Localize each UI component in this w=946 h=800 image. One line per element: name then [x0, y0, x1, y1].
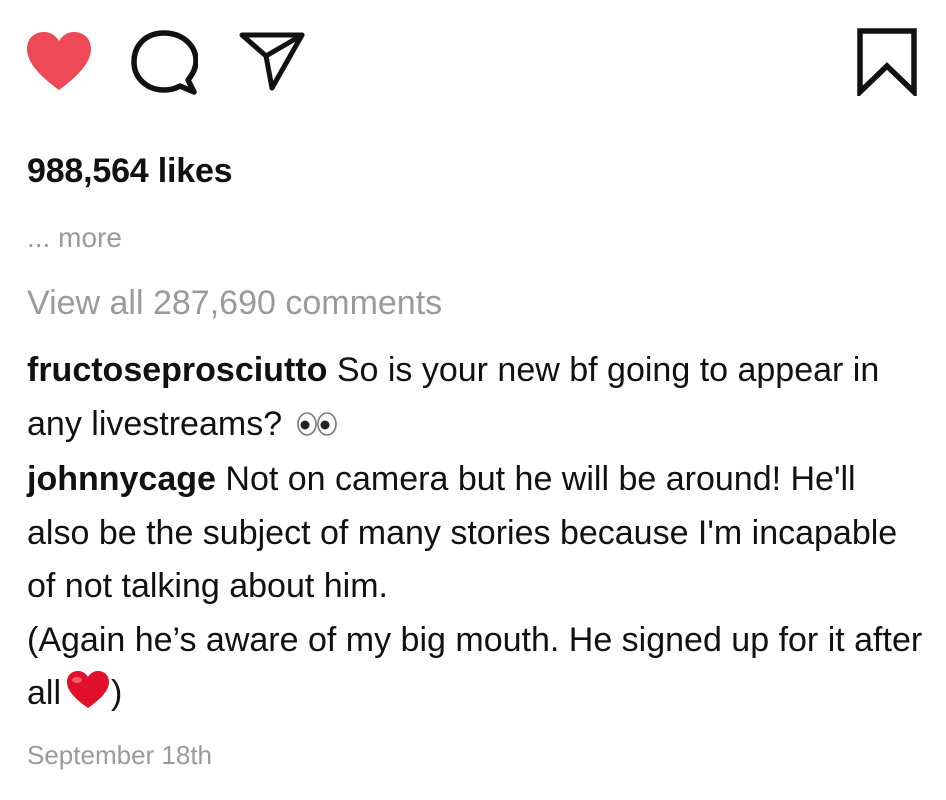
- comment-username[interactable]: johnnycage: [27, 460, 216, 498]
- post-timestamp: September 18th: [27, 740, 213, 770]
- post-action-bar: [0, 0, 946, 120]
- comment-item: fructoseprosciutto So is your new bf goi…: [27, 344, 927, 453]
- comment-username[interactable]: fructoseprosciutto: [27, 351, 327, 389]
- view-all-comments-link[interactable]: View all 287,690 comments: [27, 284, 442, 323]
- comment-icon[interactable]: [130, 30, 198, 96]
- share-paper-plane-icon[interactable]: [238, 30, 306, 92]
- comment-text-continued: (Again he’s aware of my big mouth. He si…: [27, 620, 923, 713]
- like-heart-icon[interactable]: [24, 30, 94, 92]
- comment-text-end: ): [111, 674, 123, 712]
- save-bookmark-icon[interactable]: [856, 28, 918, 96]
- comment-item: johnnycage Not on camera but he will be …: [27, 453, 927, 727]
- comments-list: fructoseprosciutto So is your new bf goi…: [27, 344, 927, 727]
- likes-count[interactable]: 988,564 likes: [27, 152, 233, 191]
- red-heart-emoji-icon: [65, 670, 111, 727]
- eyes-emoji-icon: [296, 400, 338, 454]
- caption-more-link[interactable]: ... more: [27, 222, 122, 254]
